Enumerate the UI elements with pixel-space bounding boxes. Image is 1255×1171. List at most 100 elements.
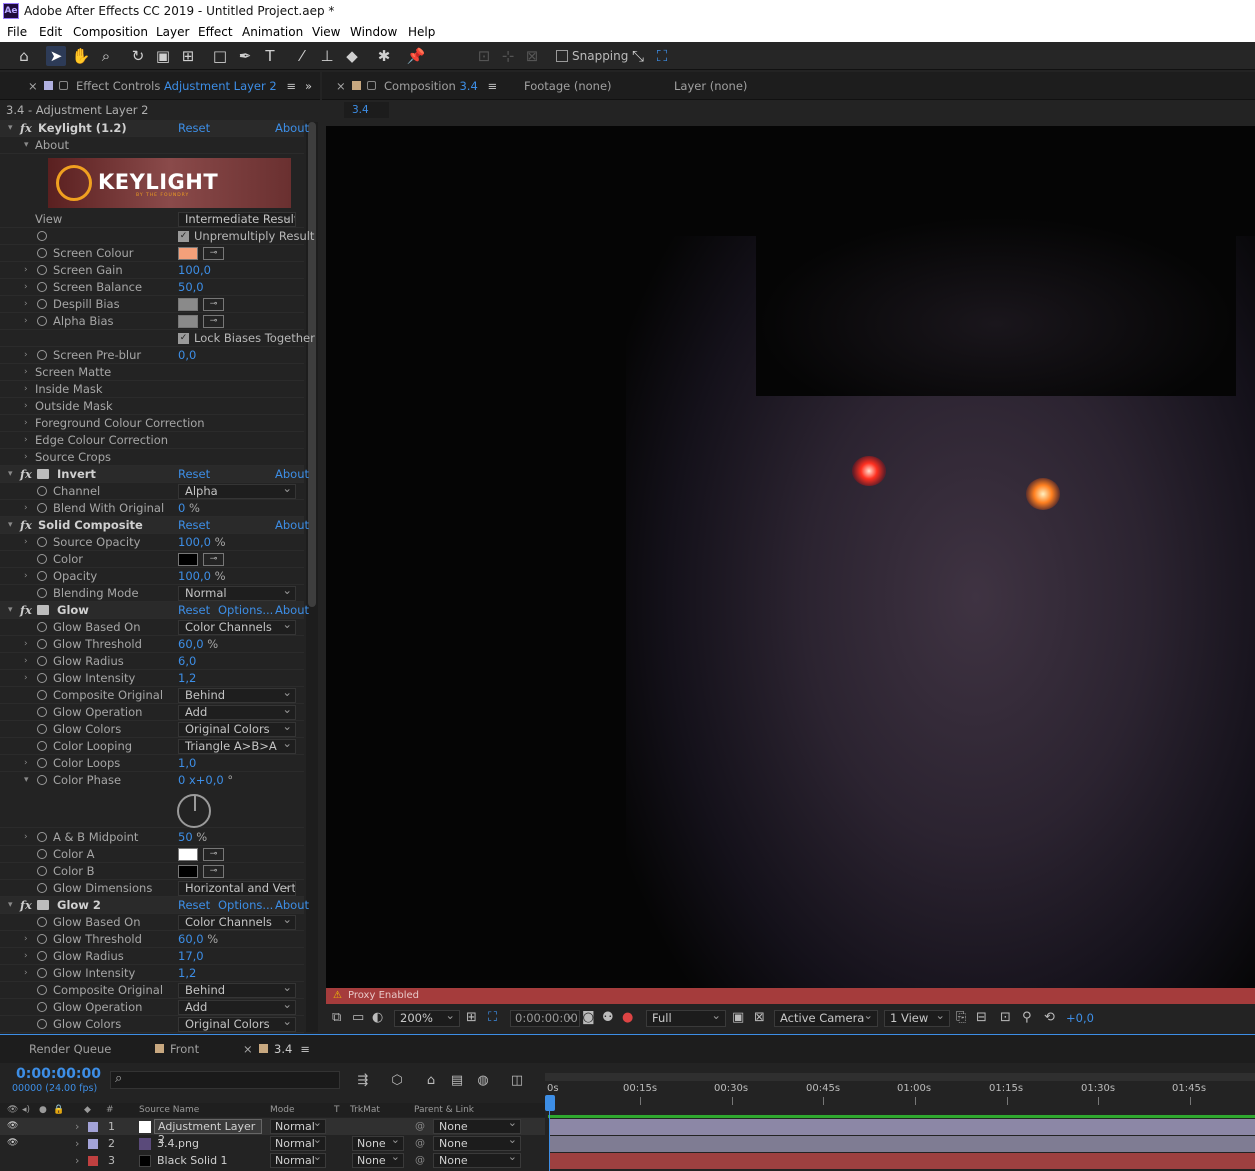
- time-navigator[interactable]: [545, 1073, 1255, 1081]
- front-tab[interactable]: Front: [155, 1035, 199, 1063]
- close-tab-icon[interactable]: ×: [28, 72, 38, 100]
- selection-tool-icon[interactable]: ➤: [46, 46, 66, 66]
- monitor-icon[interactable]: ▭: [352, 1010, 364, 1025]
- property-value[interactable]: 0 %: [178, 500, 200, 516]
- property-value[interactable]: 6,0: [178, 653, 196, 669]
- layer-row[interactable]: 👁 › 1 Adjustment Layer 2 Normal @ None: [0, 1116, 545, 1146]
- render-queue-tab[interactable]: Render Queue: [29, 1035, 111, 1063]
- stopwatch-icon[interactable]: [37, 299, 47, 309]
- property-value[interactable]: 1,2: [178, 965, 196, 981]
- camera-dropdown[interactable]: Active Camera: [774, 1008, 878, 1027]
- stopwatch-icon[interactable]: [37, 503, 47, 513]
- layer-row[interactable]: 👁 › 2 3.4.png Normal None @ None: [0, 1133, 545, 1152]
- menu-window[interactable]: Window: [350, 22, 397, 42]
- close-tab-icon[interactable]: ×: [336, 72, 346, 100]
- options-link[interactable]: Options...: [218, 897, 273, 913]
- composite-original-dropdown[interactable]: Behind: [178, 983, 296, 998]
- source-name-column-header[interactable]: Source Name: [139, 1103, 199, 1117]
- stopwatch-icon[interactable]: [37, 571, 47, 581]
- snapping-checkbox[interactable]: [556, 50, 568, 62]
- property-value[interactable]: 0 x+0,0 °: [178, 772, 233, 788]
- twirl-right-icon[interactable]: ›: [24, 398, 28, 414]
- current-time-field[interactable]: 0:00:00:00: [510, 1008, 580, 1027]
- effect-solid-composite[interactable]: ▾ fx Solid Composite Reset About: [0, 517, 309, 534]
- about-link[interactable]: About: [275, 602, 309, 618]
- stopwatch-icon[interactable]: [37, 883, 47, 893]
- stopwatch-icon[interactable]: [37, 724, 47, 734]
- view-dropdown[interactable]: Intermediate Result: [178, 212, 296, 227]
- value-number[interactable]: 0: [178, 501, 185, 515]
- menu-file[interactable]: File: [7, 22, 27, 42]
- audio-switch-icon[interactable]: ◂): [22, 1103, 30, 1117]
- frame-blending-icon[interactable]: ▤: [448, 1073, 466, 1089]
- snap-features-icon[interactable]: ⛶: [652, 46, 672, 66]
- layer-name[interactable]: Adjustment Layer 2: [154, 1119, 262, 1146]
- reset-link[interactable]: Reset: [178, 517, 210, 533]
- grid-icon[interactable]: ⊞: [466, 1010, 477, 1025]
- twirl-right-icon[interactable]: ›: [24, 500, 28, 516]
- stopwatch-icon[interactable]: [37, 639, 47, 649]
- view-layout-dropdown[interactable]: 1 View: [884, 1008, 950, 1027]
- glow-operation-dropdown[interactable]: Add: [178, 1000, 296, 1015]
- type-tool-icon[interactable]: T: [260, 46, 280, 66]
- stopwatch-icon[interactable]: [37, 282, 47, 292]
- twirl-right-icon[interactable]: ›: [24, 534, 28, 550]
- toggle-pixel-aspect-icon[interactable]: ⎘: [956, 1010, 966, 1025]
- composition-viewer[interactable]: [326, 126, 1255, 988]
- property-value[interactable]: 60,0 %: [178, 931, 218, 947]
- value-number[interactable]: 100,0: [178, 569, 211, 583]
- stopwatch-icon[interactable]: [37, 849, 47, 859]
- stopwatch-icon[interactable]: [37, 248, 47, 258]
- twirl-right-icon[interactable]: ›: [24, 432, 28, 448]
- work-area-bar[interactable]: [548, 1115, 1255, 1118]
- lock-icon[interactable]: [367, 81, 376, 90]
- layer-duration-bar[interactable]: [549, 1136, 1255, 1152]
- twirl-right-icon[interactable]: ›: [24, 296, 28, 312]
- close-tab-icon[interactable]: ×: [243, 1035, 253, 1063]
- stopwatch-icon[interactable]: [37, 537, 47, 547]
- menu-help[interactable]: Help: [408, 22, 435, 42]
- menu-edit[interactable]: Edit: [39, 22, 62, 42]
- twirl-right-icon[interactable]: ›: [24, 313, 28, 329]
- value-number[interactable]: 60,0: [178, 637, 204, 651]
- reset-link[interactable]: Reset: [178, 466, 210, 482]
- color-swatch[interactable]: [178, 848, 198, 861]
- home-icon[interactable]: ⌂: [14, 46, 34, 66]
- fx-icon[interactable]: fx: [20, 517, 32, 533]
- composition-mini-flowchart-icon[interactable]: ⇶: [354, 1073, 372, 1089]
- layer-label-color[interactable]: [88, 1139, 98, 1149]
- snapshot-icon[interactable]: ◙: [582, 1010, 595, 1025]
- region-of-interest-icon[interactable]: ⛶: [488, 1010, 497, 1025]
- track-matte-dropdown[interactable]: None: [352, 1150, 404, 1168]
- property-value[interactable]: 1,2: [178, 670, 196, 686]
- stopwatch-icon[interactable]: [37, 1019, 47, 1029]
- twirl-right-icon[interactable]: ›: [24, 829, 28, 845]
- group-edge-colour-correction[interactable]: › Edge Colour Correction: [0, 432, 304, 449]
- twirl-right-icon[interactable]: ›: [24, 279, 28, 295]
- snap-edges-icon[interactable]: ⤡: [628, 46, 648, 66]
- stopwatch-icon[interactable]: [37, 775, 47, 785]
- eraser-tool-icon[interactable]: ◆: [342, 46, 362, 66]
- stopwatch-icon[interactable]: [37, 350, 47, 360]
- rectangle-tool-icon[interactable]: □: [210, 46, 230, 66]
- eyedropper-icon[interactable]: ⊸: [203, 848, 224, 861]
- layer-name[interactable]: Black Solid 1: [157, 1152, 228, 1169]
- composition-tab[interactable]: Composition 3.4 ≡: [352, 72, 497, 100]
- lock-switch-icon[interactable]: 🔒: [53, 1103, 64, 1117]
- mode-column-header[interactable]: Mode: [270, 1103, 295, 1117]
- about-link[interactable]: About: [275, 120, 309, 136]
- lock-icon[interactable]: [59, 81, 68, 90]
- menu-composition[interactable]: Composition: [73, 22, 148, 42]
- always-preview-icon[interactable]: ⧉: [332, 1010, 341, 1025]
- time-ruler[interactable]: 0s 00:15s 00:30s 00:45s 01:00s 01:15s 01…: [545, 1073, 1255, 1105]
- layer-duration-bar[interactable]: [549, 1119, 1255, 1135]
- clone-stamp-tool-icon[interactable]: ⊥: [317, 46, 337, 66]
- twirl-down-icon[interactable]: ▾: [8, 517, 13, 533]
- fx-icon[interactable]: fx: [20, 897, 32, 913]
- stopwatch-icon[interactable]: [37, 656, 47, 666]
- stopwatch-icon[interactable]: [37, 690, 47, 700]
- property-value[interactable]: 50 %: [178, 829, 207, 845]
- expand-panels-icon[interactable]: »: [305, 72, 312, 100]
- stopwatch-icon[interactable]: [37, 832, 47, 842]
- puppet-pin-tool-icon[interactable]: 📌: [406, 46, 426, 66]
